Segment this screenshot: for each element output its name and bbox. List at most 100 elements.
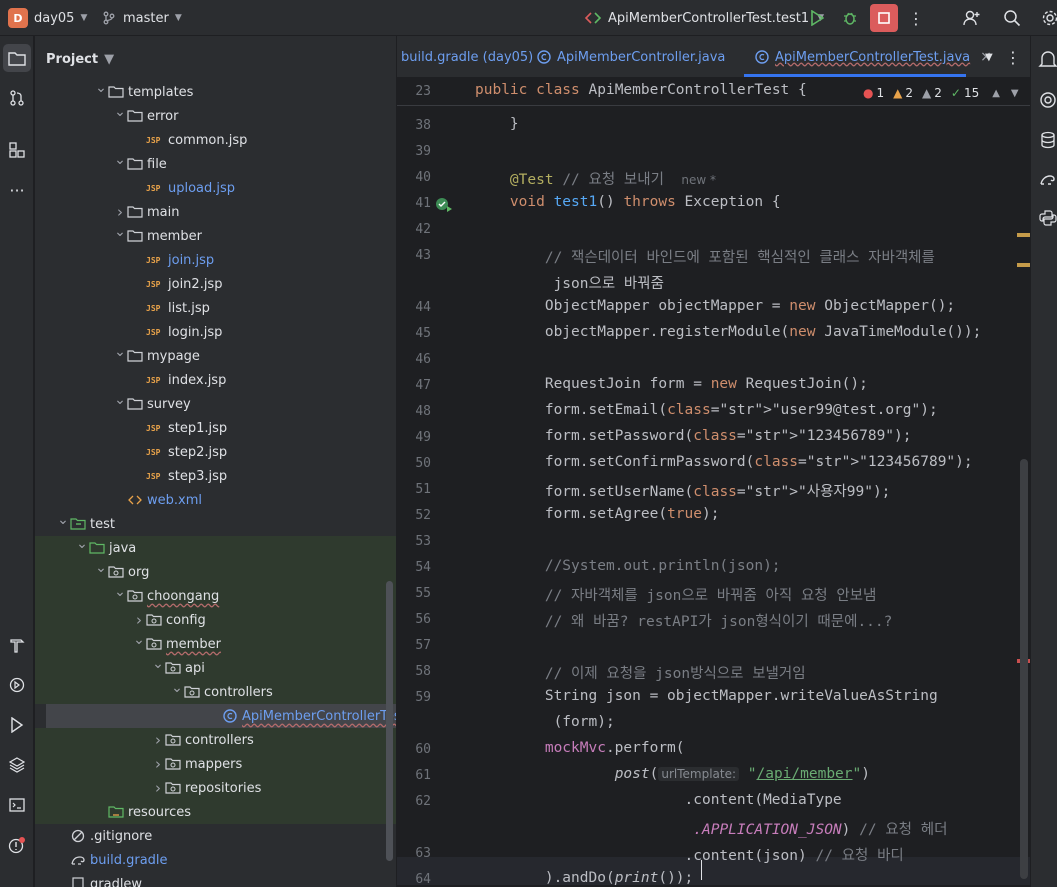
- gradle-icon[interactable]: [1038, 170, 1057, 190]
- build-tool-button[interactable]: [3, 631, 31, 659]
- ai-assistant-icon[interactable]: [1038, 90, 1057, 110]
- tab-more-button[interactable]: ⋮: [1005, 36, 1021, 78]
- tree-item[interactable]: JSP upload.jsp: [35, 176, 396, 200]
- chevron-down-icon[interactable]: ⌄: [56, 512, 70, 528]
- chevron-down-icon[interactable]: ▼: [1011, 88, 1019, 99]
- tree-item[interactable]: JSP join.jsp: [35, 248, 396, 272]
- line-number: 41: [415, 196, 431, 211]
- code-editor[interactable]: 38 } 39 40 @Test // 요청 보내기 new * 41 void te…: [397, 79, 1030, 887]
- chevron-down-icon[interactable]: ⌄: [113, 344, 127, 360]
- chevron-right-icon[interactable]: ›: [132, 611, 146, 629]
- tree-item[interactable]: JSP login.jsp: [35, 320, 396, 344]
- services-tool-button[interactable]: [3, 671, 31, 699]
- chevron-down-icon[interactable]: ⌄: [113, 104, 127, 120]
- tree-item[interactable]: JSP step3.jsp: [35, 464, 396, 488]
- chevron-down-icon[interactable]: ⌄: [132, 632, 146, 648]
- python-console-icon[interactable]: [1038, 208, 1057, 228]
- run-test-gutter-icon[interactable]: [435, 197, 453, 217]
- terminal-tool-button[interactable]: [3, 791, 31, 819]
- tab-overflow-button[interactable]: ▼: [979, 36, 993, 78]
- tree-item[interactable]: ⌄ error: [35, 104, 396, 128]
- tree-item[interactable]: JSP common.jsp: [35, 128, 396, 152]
- tab-build-gradle[interactable]: build.gradle (day05): [401, 36, 533, 78]
- branch-selector[interactable]: master ▼: [102, 0, 182, 36]
- problems-tool-button[interactable]: [3, 831, 31, 859]
- tree-item[interactable]: › controllers: [35, 728, 396, 752]
- tree-item[interactable]: › mappers: [35, 752, 396, 776]
- tree-item[interactable]: ⌄ choongang: [35, 584, 396, 608]
- add-user-button[interactable]: [958, 4, 986, 32]
- tree-item[interactable]: resources: [35, 800, 396, 824]
- tree-item[interactable]: ⌄ templates: [35, 80, 396, 104]
- chevron-down-icon[interactable]: ⌄: [94, 560, 108, 576]
- tree-item[interactable]: ⌄ file: [35, 152, 396, 176]
- settings-button[interactable]: [1036, 4, 1057, 32]
- tree-item[interactable]: ⌄ api: [35, 656, 396, 680]
- tree-item[interactable]: web.xml: [35, 488, 396, 512]
- layers-tool-button[interactable]: [3, 751, 31, 779]
- tree-item[interactable]: ⌄ java: [35, 536, 396, 560]
- chevron-down-icon[interactable]: ⌄: [113, 152, 127, 168]
- more-tools-button[interactable]: ···: [3, 176, 31, 204]
- chevron-up-icon[interactable]: ▲: [992, 88, 1000, 99]
- chevron-down-icon[interactable]: ⌄: [113, 584, 127, 600]
- code-line: form.setUserName(class="str">"사용자99");: [475, 484, 891, 500]
- tree-item[interactable]: ⌄ member: [35, 632, 396, 656]
- warning-marker[interactable]: [1017, 263, 1030, 267]
- tree-item[interactable]: ⌄ survey: [35, 392, 396, 416]
- database-icon[interactable]: [1038, 130, 1057, 150]
- project-panel-header[interactable]: Project ▼: [35, 36, 396, 82]
- tree-item[interactable]: gradlew: [35, 872, 396, 887]
- tree-item[interactable]: .gitignore: [35, 824, 396, 848]
- chevron-right-icon[interactable]: ›: [151, 731, 165, 749]
- more-actions-button[interactable]: ⋮: [902, 4, 930, 32]
- project-tool-button[interactable]: [3, 44, 31, 72]
- tree-item[interactable]: ⌄ test: [35, 512, 396, 536]
- debug-button[interactable]: [836, 4, 864, 32]
- line-number: 57: [415, 638, 431, 653]
- project-scrollbar[interactable]: [386, 581, 393, 861]
- tree-item[interactable]: ⌄ member: [35, 224, 396, 248]
- tab-api-member-controller[interactable]: ApiMemberController.java: [537, 36, 725, 78]
- chevron-down-icon[interactable]: ⌄: [113, 392, 127, 408]
- run-config-selector[interactable]: ApiMemberControllerTest.test1 ▼: [584, 0, 824, 36]
- tree-item[interactable]: JSP step1.jsp: [35, 416, 396, 440]
- chevron-right-icon[interactable]: ›: [113, 203, 127, 221]
- tree-item[interactable]: build.gradle: [35, 848, 396, 872]
- stop-button[interactable]: [870, 4, 898, 32]
- tree-item[interactable]: ⌄ mypage: [35, 344, 396, 368]
- tree-item[interactable]: › repositories: [35, 776, 396, 800]
- search-button[interactable]: [998, 4, 1026, 32]
- chevron-down-icon[interactable]: ⌄: [151, 656, 165, 672]
- sticky-header[interactable]: 23 public class ApiMemberControllerTest …: [397, 79, 1030, 106]
- tree-item[interactable]: JSP step2.jsp: [35, 440, 396, 464]
- tree-item[interactable]: › config: [35, 608, 396, 632]
- tree-item[interactable]: ⌄ controllers: [35, 680, 396, 704]
- tree-item[interactable]: JSP join2.jsp: [35, 272, 396, 296]
- tree-item-label: templates: [128, 84, 194, 100]
- warning-marker[interactable]: [1017, 233, 1030, 237]
- line-number: 60: [415, 742, 431, 757]
- tree-item[interactable]: JSP list.jsp: [35, 296, 396, 320]
- tree-item[interactable]: JSP index.jsp: [35, 368, 396, 392]
- tree-item[interactable]: ApiMemberControllerTest: [46, 704, 396, 728]
- tree-item[interactable]: › main: [35, 200, 396, 224]
- chevron-down-icon[interactable]: ⌄: [113, 224, 127, 240]
- chevron-down-icon[interactable]: ⌄: [170, 680, 184, 696]
- jsp-file-icon: JSP: [146, 303, 161, 313]
- chevron-right-icon[interactable]: ›: [151, 755, 165, 773]
- chevron-right-icon[interactable]: ›: [151, 779, 165, 797]
- editor-scrollbar[interactable]: [1020, 459, 1028, 879]
- structure-tool-button[interactable]: [3, 136, 31, 164]
- inspection-widget[interactable]: ● 1 ▲ 2 ▲ 2 ✓ 15 ▲ ▼: [863, 83, 1019, 103]
- run-button[interactable]: [803, 4, 831, 32]
- chevron-down-icon[interactable]: ⌄: [94, 80, 108, 96]
- chevron-down-icon[interactable]: ⌄: [75, 536, 89, 552]
- tree-item[interactable]: ⌄ org: [35, 560, 396, 584]
- notifications-icon[interactable]: [1038, 50, 1057, 70]
- project-selector[interactable]: D day05 ▼: [8, 0, 87, 36]
- commit-tool-button[interactable]: [3, 84, 31, 112]
- run-tool-button[interactable]: [3, 711, 31, 739]
- tab-api-member-controller-test[interactable]: ApiMemberControllerTest.java ×: [755, 36, 992, 78]
- stop-icon: [878, 12, 890, 24]
